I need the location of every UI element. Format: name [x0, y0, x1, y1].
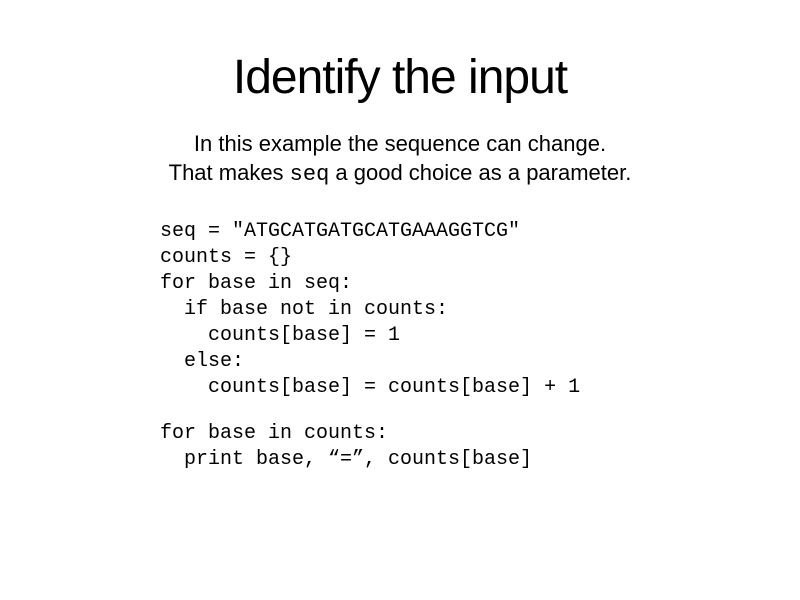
description-line2-suffix: a good choice as a parameter.	[329, 160, 631, 185]
code-block-main: seq = "ATGCATGATGCATGAAAGGTCG" counts = …	[160, 219, 740, 401]
description-line2-prefix: That makes	[169, 160, 290, 185]
slide-description: In this example the sequence can change.…	[60, 130, 740, 189]
code-block-print: for base in counts: print base, “=”, cou…	[160, 421, 740, 473]
description-line1: In this example the sequence can change.	[194, 131, 606, 156]
slide-title: Identify the input	[60, 50, 740, 105]
code-gap	[60, 401, 740, 421]
inline-code-seq: seq	[290, 162, 330, 187]
